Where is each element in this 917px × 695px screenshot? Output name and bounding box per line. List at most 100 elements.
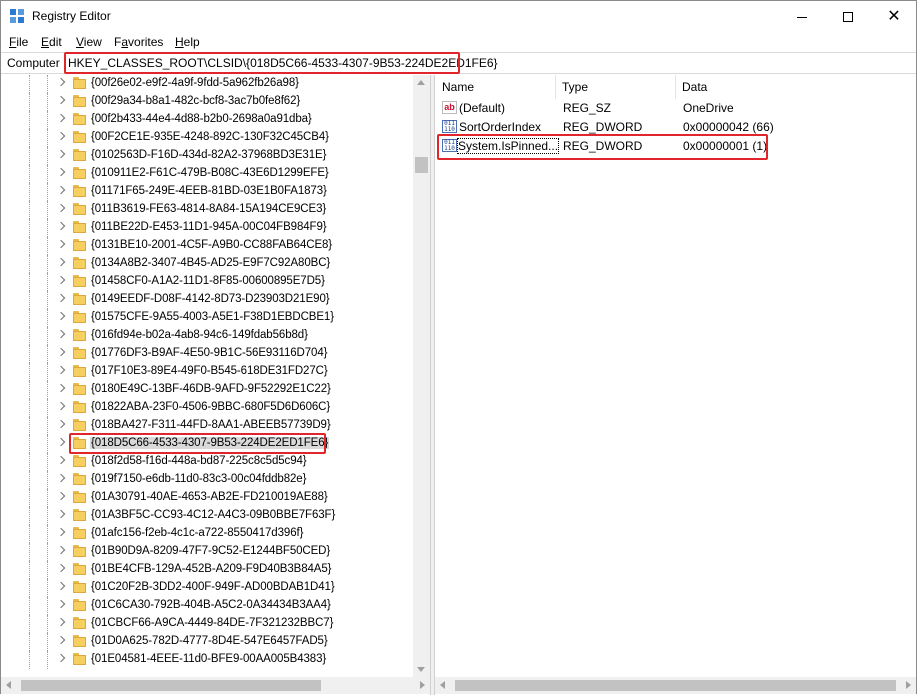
values-horizontal-scrollbar[interactable]	[435, 677, 916, 694]
tree-item[interactable]: {018f2d58-f16d-448a-bd87-225c8c5d5c94}	[1, 453, 411, 471]
maximize-button[interactable]	[825, 1, 871, 32]
tree-item[interactable]: {0102563D-F16D-434d-82A2-37968BD3E31E}	[1, 147, 411, 165]
chevron-right-icon[interactable]	[56, 221, 66, 231]
minimize-icon	[797, 16, 807, 18]
tree-item[interactable]: {010911E2-F61C-479B-B08C-43E6D1299EFE}	[1, 165, 411, 183]
tree-item[interactable]: {017F10E3-89E4-49F0-B545-618DE31FD27C}	[1, 363, 411, 381]
close-button[interactable]: ✕	[871, 1, 917, 32]
column-header-type[interactable]: Type	[556, 75, 676, 99]
folder-icon	[73, 221, 86, 233]
chevron-right-icon[interactable]	[56, 509, 66, 519]
scroll-right-icon[interactable]	[420, 681, 425, 689]
tree-item[interactable]: {01CBCF66-A9CA-4449-84DE-7F321232BBC7}	[1, 615, 411, 633]
tree-item[interactable]: {01458CF0-A1A2-11D1-8F85-00600895E7D5}	[1, 273, 411, 291]
tree-item[interactable]: {01E04581-4EEE-11d0-BFE9-00AA005B4383}	[1, 651, 411, 669]
chevron-right-icon[interactable]	[56, 311, 66, 321]
chevron-right-icon[interactable]	[56, 347, 66, 357]
chevron-right-icon[interactable]	[56, 329, 66, 339]
tree-item[interactable]: {01B90D9A-8209-47F7-9C52-E1244BF50CED}	[1, 543, 411, 561]
tree-item[interactable]: {01D0A625-782D-4777-8D4E-547E6457FAD5}	[1, 633, 411, 651]
tree-item[interactable]: {01C20F2B-3DD2-400F-949F-AD00BDAB1D41}	[1, 579, 411, 597]
tree-guide-line	[47, 345, 48, 363]
tree-item[interactable]: {011B3619-FE63-4814-8A84-15A194CE9CE3}	[1, 201, 411, 219]
tree-item-label: {01CBCF66-A9CA-4449-84DE-7F321232BBC7}	[91, 617, 334, 629]
chevron-right-icon[interactable]	[56, 635, 66, 645]
menu-help[interactable]: Help	[175, 35, 200, 49]
chevron-right-icon[interactable]	[56, 239, 66, 249]
tree-horizontal-scrollbar[interactable]	[1, 677, 430, 694]
tree-item[interactable]: {01575CFE-9A55-4003-A5E1-F38D1EBDCBE1}	[1, 309, 411, 327]
chevron-right-icon[interactable]	[56, 95, 66, 105]
chevron-right-icon[interactable]	[56, 131, 66, 141]
value-row-default[interactable]: ab (Default) REG_SZ OneDrive	[436, 99, 916, 118]
key-tree[interactable]: {00f26e02-e9f2-4a9f-9fdd-5a962fb26a98} {0…	[1, 75, 430, 677]
tree-item[interactable]: {01822ABA-23F0-4506-9BBC-680F5D6D606C}	[1, 399, 411, 417]
chevron-right-icon[interactable]	[56, 401, 66, 411]
chevron-right-icon[interactable]	[56, 113, 66, 123]
tree-item[interactable]: {00F2CE1E-935E-4248-892C-130F32C45CB4}	[1, 129, 411, 147]
chevron-right-icon[interactable]	[56, 527, 66, 537]
tree-item[interactable]: {0131BE10-2001-4C5F-A9B0-CC88FAB64CE8}	[1, 237, 411, 255]
menu-view[interactable]: View	[76, 35, 102, 49]
scroll-up-icon[interactable]	[417, 80, 425, 85]
pane-splitter[interactable]	[430, 75, 435, 695]
chevron-right-icon[interactable]	[56, 365, 66, 375]
chevron-right-icon[interactable]	[56, 419, 66, 429]
scroll-right-icon[interactable]	[906, 681, 911, 689]
tree-hscroll-thumb[interactable]	[21, 680, 321, 691]
tree-item[interactable]: {01A30791-40AE-4653-AB2E-FD210019AE88}	[1, 489, 411, 507]
tree-scroll-thumb[interactable]	[415, 157, 428, 173]
chevron-right-icon[interactable]	[56, 653, 66, 663]
chevron-right-icon[interactable]	[56, 149, 66, 159]
chevron-right-icon[interactable]	[56, 599, 66, 609]
tree-item[interactable]: {01A3BF5C-CC93-4C12-A4C3-09B0BBE7F63F}	[1, 507, 411, 525]
tree-item[interactable]: {0180E49C-13BF-46DB-9AFD-9F52292E1C22}	[1, 381, 411, 399]
scroll-down-icon[interactable]	[417, 667, 425, 672]
scroll-left-icon[interactable]	[440, 681, 445, 689]
tree-item[interactable]: {00f26e02-e9f2-4a9f-9fdd-5a962fb26a98}	[1, 75, 411, 93]
tree-guide-line	[29, 453, 30, 471]
tree-item[interactable]: {01C6CA30-792B-404B-A5C2-0A34434B3AA4}	[1, 597, 411, 615]
tree-item[interactable]: {016fd94e-b02a-4ab8-94c6-149fdab56b8d}	[1, 327, 411, 345]
values-list[interactable]: Name Type Data ab (Default) REG_SZ OneDr…	[436, 75, 916, 677]
tree-vertical-scrollbar[interactable]	[413, 75, 430, 677]
chevron-right-icon[interactable]	[56, 167, 66, 177]
chevron-right-icon[interactable]	[56, 491, 66, 501]
chevron-right-icon[interactable]	[56, 617, 66, 627]
chevron-right-icon[interactable]	[56, 203, 66, 213]
minimize-button[interactable]	[779, 1, 825, 32]
tree-item[interactable]: {00f2b433-44e4-4d88-b2b0-2698a0a91dba}	[1, 111, 411, 129]
tree-item[interactable]: {0149EEDF-D08F-4142-8D73-D23903D21E90}	[1, 291, 411, 309]
menu-file[interactable]: File	[9, 35, 28, 49]
chevron-right-icon[interactable]	[56, 563, 66, 573]
chevron-right-icon[interactable]	[56, 77, 66, 87]
folder-icon	[73, 383, 86, 395]
chevron-right-icon[interactable]	[56, 293, 66, 303]
tree-item[interactable]: {01BE4CFB-129A-452B-A209-F9D40B3B84A5}	[1, 561, 411, 579]
chevron-right-icon[interactable]	[56, 455, 66, 465]
tree-item[interactable]: {011BE22D-E453-11D1-945A-00C04FB984F9}	[1, 219, 411, 237]
folder-icon	[73, 635, 86, 647]
chevron-right-icon[interactable]	[56, 473, 66, 483]
tree-item[interactable]: {00f29a34-b8a1-482c-bcf8-3ac7b0fe8f62}	[1, 93, 411, 111]
column-header-name[interactable]: Name	[436, 75, 556, 99]
tree-item[interactable]: {01171F65-249E-4EEB-81BD-03E1B0FA1873}	[1, 183, 411, 201]
chevron-right-icon[interactable]	[56, 275, 66, 285]
menu-edit[interactable]: Edit	[41, 35, 62, 49]
values-hscroll-thumb[interactable]	[455, 680, 896, 691]
tree-item[interactable]: {01776DF3-B9AF-4E50-9B1C-56E93116D704}	[1, 345, 411, 363]
chevron-right-icon[interactable]	[56, 185, 66, 195]
tree-item[interactable]: {019f7150-e6db-11d0-83c3-00c04fddb82e}	[1, 471, 411, 489]
chevron-right-icon[interactable]	[56, 383, 66, 393]
chevron-right-icon[interactable]	[56, 437, 66, 447]
chevron-right-icon[interactable]	[56, 257, 66, 267]
title-bar[interactable]: Registry Editor ✕	[1, 1, 916, 32]
chevron-right-icon[interactable]	[56, 581, 66, 591]
menu-favorites[interactable]: Favorites	[114, 35, 163, 49]
tree-item[interactable]: {0134A8B2-3407-4B45-AD25-E9F7C92A80BC}	[1, 255, 411, 273]
tree-item[interactable]: {01afc156-f2eb-4c1c-a722-8550417d396f}	[1, 525, 411, 543]
column-header-data[interactable]: Data	[676, 75, 916, 99]
scroll-left-icon[interactable]	[6, 681, 11, 689]
folder-icon	[73, 77, 86, 89]
chevron-right-icon[interactable]	[56, 545, 66, 555]
